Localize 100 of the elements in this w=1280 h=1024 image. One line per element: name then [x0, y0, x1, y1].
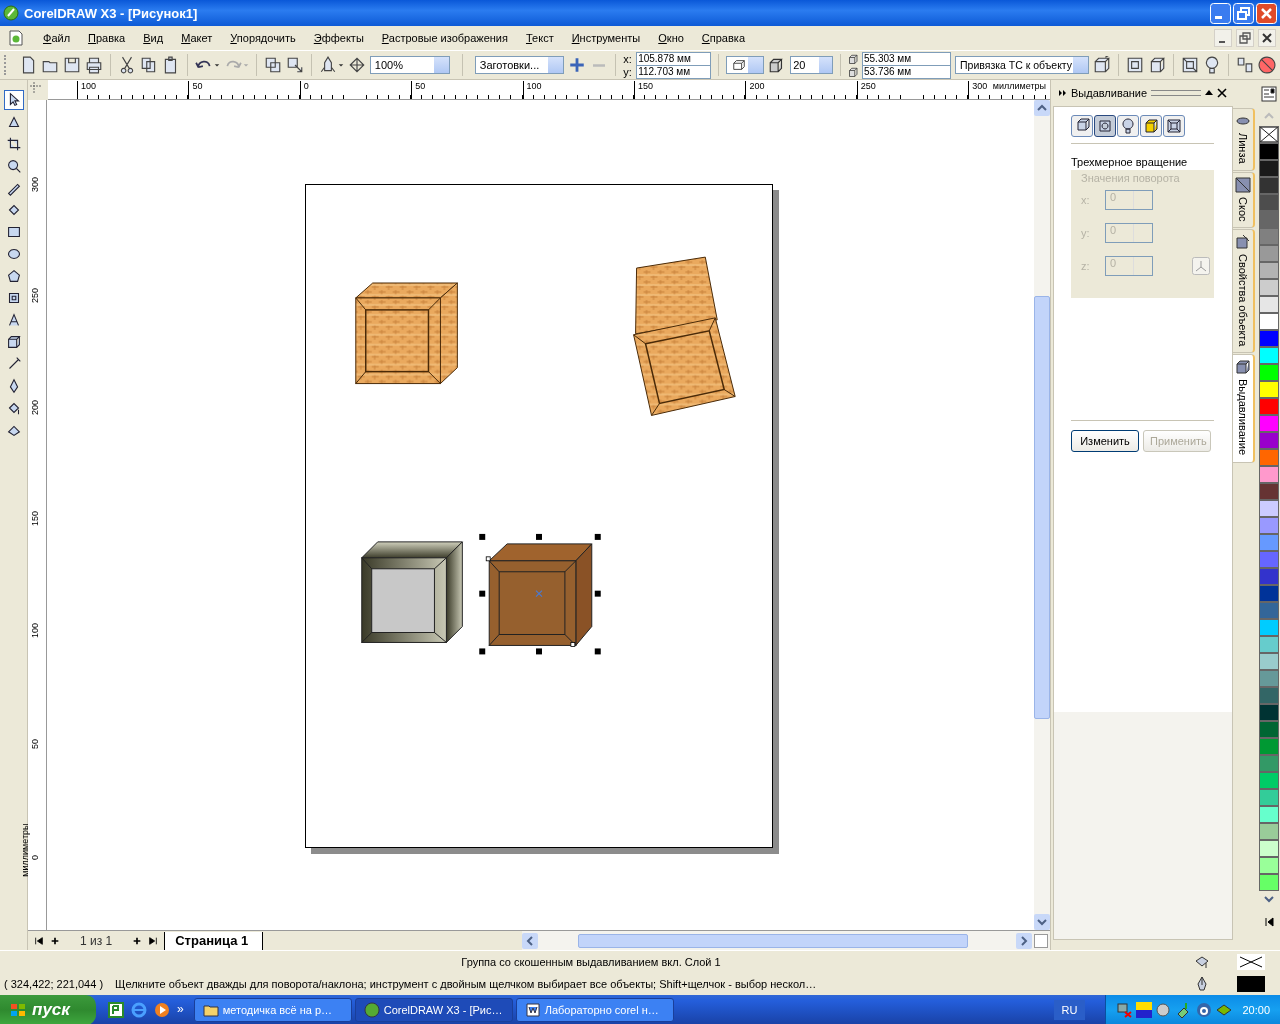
docker-tab[interactable]: Линза [1233, 108, 1255, 171]
depth-field[interactable]: 20 [790, 56, 833, 74]
color-swatch[interactable] [1259, 449, 1279, 466]
copy-icon[interactable] [139, 56, 158, 74]
xgl-3d-icon[interactable] [1136, 1002, 1153, 1018]
scroll-down-icon[interactable] [1034, 914, 1050, 930]
last-page-icon[interactable] [148, 936, 159, 946]
vanishing-point-icon[interactable] [1093, 56, 1111, 74]
double-arrow-icon[interactable] [1059, 89, 1067, 97]
close-icon[interactable] [1217, 88, 1227, 98]
media-player-icon[interactable] [154, 1002, 170, 1018]
menu-item[interactable]: Окно [649, 32, 693, 44]
app-icon[interactable] [108, 1002, 124, 1018]
color-swatch[interactable] [1259, 330, 1279, 347]
color-swatch[interactable] [1259, 279, 1279, 296]
color-swatch[interactable] [1259, 245, 1279, 262]
color-swatch[interactable] [1259, 585, 1279, 602]
browser-icon[interactable] [131, 1002, 147, 1018]
scroll-end-icon[interactable] [1264, 917, 1274, 927]
rocket-icon[interactable] [318, 56, 337, 74]
color-swatch[interactable] [1259, 143, 1279, 160]
speaker-icon[interactable] [1156, 1002, 1173, 1018]
taskbar-button[interactable]: методичка всё на р… [193, 998, 352, 1022]
color-swatch[interactable] [1259, 381, 1279, 398]
menu-item[interactable]: Вид [134, 32, 173, 44]
selected-cube[interactable] [488, 543, 593, 646]
light-bulb-icon[interactable] [1203, 56, 1221, 74]
scroll-left-icon[interactable] [522, 933, 538, 949]
color-swatch[interactable] [1259, 228, 1279, 245]
first-page-icon[interactable] [34, 936, 44, 946]
color-swatch[interactable] [1259, 755, 1279, 772]
color-swatch[interactable] [1259, 653, 1279, 670]
beveled-cube[interactable] [361, 541, 463, 643]
page-tab[interactable]: Страница 1 [164, 931, 264, 951]
color-swatch[interactable] [1259, 840, 1279, 857]
clear-extrusion-icon[interactable] [1258, 56, 1276, 74]
print-icon[interactable] [84, 56, 103, 74]
color-swatch[interactable] [1259, 551, 1279, 568]
start-button[interactable]: пуск [0, 995, 96, 1024]
menu-item[interactable]: Инструменты [562, 32, 650, 44]
menu-item[interactable]: Файл [34, 32, 80, 44]
scroll-up-icon[interactable] [1034, 100, 1050, 116]
plus-icon[interactable] [568, 56, 587, 74]
color-swatch[interactable] [1259, 704, 1279, 721]
color-swatch[interactable] [1259, 789, 1279, 806]
bevel-icon[interactable] [1181, 56, 1199, 74]
color-swatch[interactable] [1259, 177, 1279, 194]
color-swatch[interactable] [1259, 823, 1279, 840]
color-swatch[interactable] [1259, 772, 1279, 789]
color-swatch[interactable] [1259, 636, 1279, 653]
color-swatch[interactable] [1259, 857, 1279, 874]
minimize-icon[interactable] [1214, 29, 1232, 47]
color-swatch[interactable] [1259, 483, 1279, 500]
color-swatch[interactable] [1259, 721, 1279, 738]
color-swatch[interactable] [1259, 738, 1279, 755]
color-swatch[interactable] [1259, 398, 1279, 415]
wooden-cube[interactable] [355, 282, 458, 385]
docker-tab[interactable]: Свойства объекта [1233, 229, 1255, 354]
vanishing-point-lock-dropdown[interactable]: Привязка ТС к объекту [955, 56, 1089, 74]
coordinate-field[interactable]: 105.878 мм [636, 51, 712, 66]
menu-item[interactable]: Макет [172, 32, 222, 44]
add-page-icon[interactable] [50, 936, 60, 946]
extrusion-type-dropdown[interactable] [726, 56, 765, 74]
menu-item[interactable]: Упорядочить [221, 32, 305, 44]
taskbar-button[interactable]: Лабораторно corel н… [515, 998, 674, 1022]
language-indicator[interactable]: RU [1053, 1000, 1086, 1020]
color-swatch[interactable] [1259, 517, 1279, 534]
copy-properties-icon[interactable] [1236, 56, 1254, 74]
menu-item[interactable]: Текст [516, 32, 563, 44]
selection-handles[interactable] [479, 533, 601, 655]
color-swatch[interactable] [1259, 211, 1279, 228]
color-swatch[interactable] [1259, 619, 1279, 636]
rotate-extrusion-icon[interactable] [1126, 56, 1144, 74]
pointer-icon[interactable] [3, 90, 24, 110]
color-swatch[interactable] [1259, 364, 1279, 381]
color-swatch[interactable] [1259, 347, 1279, 364]
scroll-thumb[interactable] [1034, 296, 1050, 719]
color-swatch[interactable] [1259, 670, 1279, 687]
docker-tab[interactable]: Выдавливание [1233, 354, 1255, 463]
color-swatch[interactable] [1259, 415, 1279, 432]
graphics-driver-icon[interactable] [1216, 1002, 1233, 1018]
color-swatch[interactable] [1259, 296, 1279, 313]
color-swatch[interactable] [1259, 194, 1279, 211]
color-swatch[interactable] [1259, 160, 1279, 177]
taskbar-button[interactable]: CorelDRAW X3 - [Рис… [354, 998, 513, 1022]
no-color-swatch[interactable] [1259, 126, 1279, 143]
import-icon[interactable] [263, 56, 282, 74]
menu-item[interactable]: Растровые изображения [372, 32, 517, 44]
palette-options-icon[interactable] [1261, 86, 1277, 102]
menu-item[interactable]: Эффекты [304, 32, 373, 44]
color-swatch[interactable] [1259, 262, 1279, 279]
color-swatch[interactable] [1259, 466, 1279, 483]
color-swatch[interactable] [1259, 568, 1279, 585]
color-swatch[interactable] [1259, 602, 1279, 619]
color-swatch[interactable] [1259, 534, 1279, 551]
scroll-right-icon[interactable] [1016, 933, 1032, 949]
presets-dropdown[interactable]: Заготовки... [474, 56, 565, 74]
color-swatch[interactable] [1259, 806, 1279, 823]
color-swatch[interactable] [1259, 874, 1279, 891]
menu-item[interactable]: Справка [692, 32, 754, 44]
